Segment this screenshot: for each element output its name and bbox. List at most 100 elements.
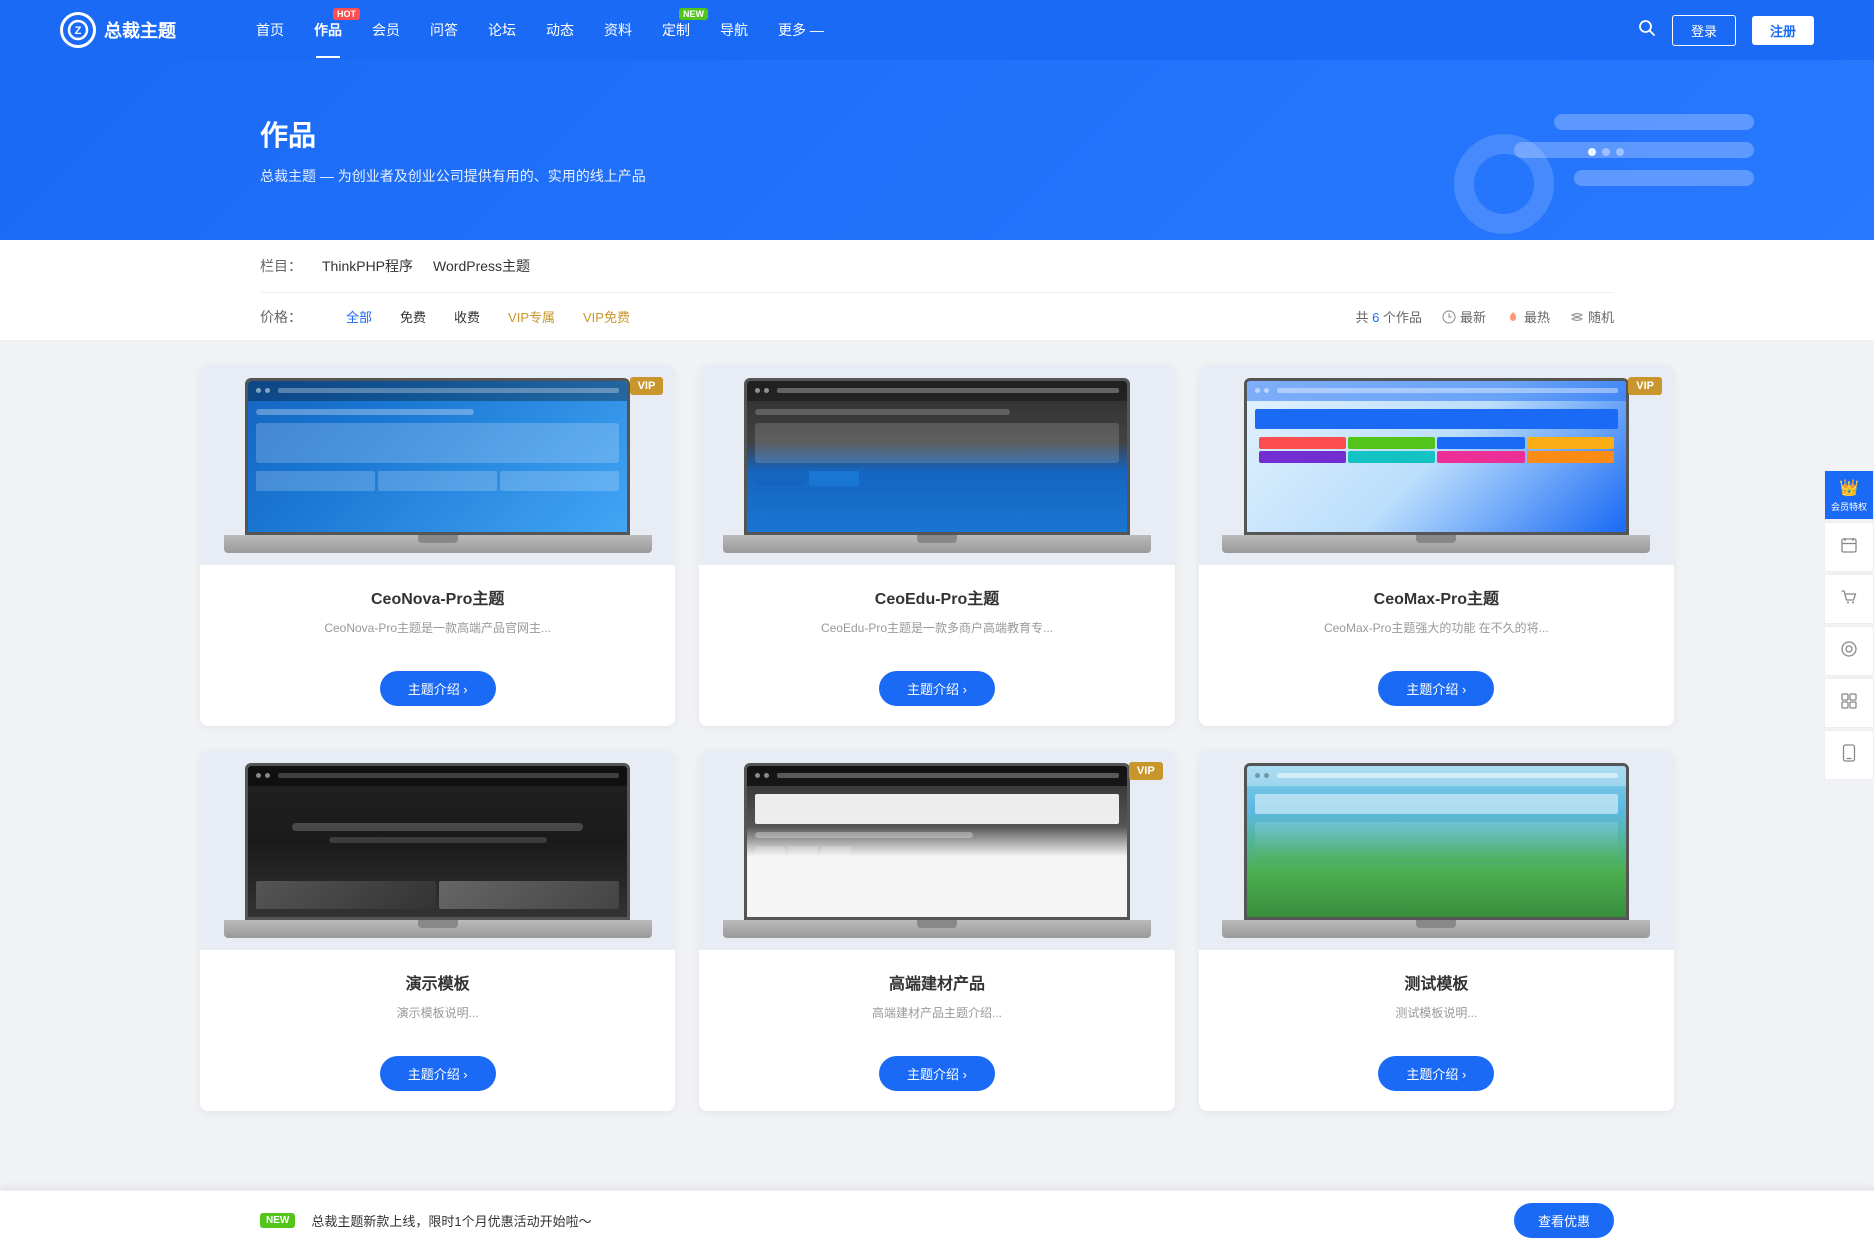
sidebar-calendar[interactable] xyxy=(1824,522,1874,572)
sidebar-item-label-0: 会员特权 xyxy=(1831,500,1867,513)
header-actions: 登录 注册 xyxy=(1638,15,1814,46)
calendar-icon xyxy=(1840,536,1858,559)
card-image-ceshi xyxy=(1199,750,1674,950)
product-card-6: 测试模板 测试模板说明... 主题介绍 › xyxy=(1199,750,1674,1111)
card-btn-4[interactable]: 主题介绍 › xyxy=(380,1056,496,1091)
cart-icon xyxy=(1840,588,1858,611)
hero-bar-2 xyxy=(1514,142,1754,158)
card-desc-6: 测试模板说明... xyxy=(1219,1004,1654,1040)
card-desc-5: 高端建材产品主题介绍... xyxy=(719,1004,1154,1040)
price-free[interactable]: 免费 xyxy=(396,305,430,328)
card-info-3: CeoMax-Pro主题 CeoMax-Pro主题强大的功能 在不久的将... … xyxy=(1199,565,1674,726)
register-button[interactable]: 注册 xyxy=(1752,16,1814,45)
screen-content-1 xyxy=(248,381,627,532)
category-wordpress[interactable]: WordPress主题 xyxy=(433,254,530,278)
price-tags-left: 价格： 全部 免费 收费 VIP专属 VIP免费 xyxy=(260,305,634,328)
card-info-1: CeoNova-Pro主题 CeoNova-Pro主题是一款高端产品官网主...… xyxy=(200,565,675,726)
laptop-mockup-2 xyxy=(723,378,1151,553)
notification-badge: NEW xyxy=(260,1213,295,1228)
laptop-screen-6 xyxy=(1244,763,1629,920)
nav-guide[interactable]: 导航 xyxy=(720,20,748,40)
nav-resource[interactable]: 资料 xyxy=(604,20,632,40)
laptop-base-3 xyxy=(1222,535,1650,553)
laptop-mockup-6 xyxy=(1222,763,1650,938)
laptop-screen-5 xyxy=(744,763,1129,920)
login-button[interactable]: 登录 xyxy=(1672,15,1736,46)
card-title-1: CeoNova-Pro主题 xyxy=(220,585,655,609)
card-info-4: 演示模板 演示模板说明... 主题介绍 › xyxy=(200,950,675,1111)
product-card-1: VIP xyxy=(200,365,675,726)
sidebar-apps[interactable] xyxy=(1824,678,1874,728)
notification-cta-button[interactable]: 查看优惠 xyxy=(1514,1203,1614,1238)
screen-content-3 xyxy=(1247,381,1626,532)
price-all[interactable]: 全部 xyxy=(342,305,376,328)
price-paid[interactable]: 收费 xyxy=(450,305,484,328)
nav-dynamic[interactable]: 动态 xyxy=(546,20,574,40)
card-title-6: 测试模板 xyxy=(1219,970,1654,994)
category-label: 栏目： xyxy=(260,256,302,276)
count-number: 6 xyxy=(1372,310,1379,325)
vip-badge: VIP xyxy=(630,377,664,395)
product-card-5: VIP xyxy=(699,750,1174,1111)
card-desc-2: CeoEdu-Pro主题是一款多商户高端教育专... xyxy=(719,619,1154,655)
card-btn-5[interactable]: 主题介绍 › xyxy=(879,1056,995,1091)
hot-badge: HOT xyxy=(333,8,360,20)
svg-text:Z: Z xyxy=(75,25,82,37)
category-thinkphp[interactable]: ThinkPHP程序 xyxy=(322,254,413,278)
card-btn-6[interactable]: 主题介绍 › xyxy=(1378,1056,1494,1091)
card-title-5: 高端建材产品 xyxy=(719,970,1154,994)
sort-hot[interactable]: 最热 xyxy=(1506,307,1550,326)
nav-custom[interactable]: 定制 NEW xyxy=(662,20,690,40)
card-info-2: CeoEdu-Pro主题 CeoEdu-Pro主题是一款多商户高端教育专... … xyxy=(699,565,1174,726)
nav-home[interactable]: 首页 xyxy=(256,20,284,40)
hero-content: 作品 总裁主题 — 为创业者及创业公司提供有用的、实用的线上产品 xyxy=(260,114,646,186)
nav-forum[interactable]: 论坛 xyxy=(488,20,516,40)
price-vip-exclusive[interactable]: VIP专属 xyxy=(504,305,559,328)
search-icon[interactable] xyxy=(1638,19,1656,42)
laptop-screen-2 xyxy=(744,378,1129,535)
laptop-screen-4 xyxy=(245,763,630,920)
hero-bar-1 xyxy=(1554,114,1754,130)
nav-qa[interactable]: 问答 xyxy=(430,20,458,40)
nav-more[interactable]: 更多 — xyxy=(778,20,824,40)
laptop-mockup-1 xyxy=(224,378,652,553)
logo[interactable]: Z 总裁主题 xyxy=(60,12,176,48)
main-nav: 首页 作品 HOT 会员 问答 论坛 动态 资料 定制 NEW 导航 更多 — xyxy=(256,20,1638,40)
apps-icon xyxy=(1840,692,1858,715)
card-image-jianzhu: VIP xyxy=(699,750,1174,950)
vip-badge-5: VIP xyxy=(1129,762,1163,780)
card-image-ceonova: VIP xyxy=(200,365,675,565)
card-image-yanshi xyxy=(200,750,675,950)
card-desc-4: 演示模板说明... xyxy=(220,1004,655,1040)
price-filter-row: 价格： 全部 免费 收费 VIP专属 VIP免费 共 6 个作品 最新 最热 xyxy=(260,293,1614,340)
sort-latest[interactable]: 最新 xyxy=(1442,307,1486,326)
logo-icon: Z xyxy=(60,12,96,48)
products-grid: VIP xyxy=(200,365,1674,1111)
sidebar-mobile[interactable] xyxy=(1824,730,1874,780)
mobile-icon xyxy=(1842,744,1856,767)
logo-text: 总裁主题 xyxy=(104,17,176,43)
price-vip-free[interactable]: VIP免费 xyxy=(579,305,634,328)
category-filter-row: 栏目： ThinkPHP程序 WordPress主题 xyxy=(260,240,1614,292)
nav-member[interactable]: 会员 xyxy=(372,20,400,40)
card-btn-2[interactable]: 主题介绍 › xyxy=(879,671,995,706)
laptop-mockup-3 xyxy=(1222,378,1650,553)
vip-badge-3: VIP xyxy=(1628,377,1662,395)
sidebar-cart[interactable] xyxy=(1824,574,1874,624)
card-btn-3[interactable]: 主题介绍 › xyxy=(1378,671,1494,706)
product-count: 共 6 个作品 xyxy=(1355,307,1422,326)
card-info-6: 测试模板 测试模板说明... 主题介绍 › xyxy=(1199,950,1674,1111)
new-badge: NEW xyxy=(679,8,708,20)
nav-works[interactable]: 作品 HOT xyxy=(314,20,342,40)
category-tags: ThinkPHP程序 WordPress主题 xyxy=(322,254,530,278)
product-card-4: 演示模板 演示模板说明... 主题介绍 › xyxy=(200,750,675,1111)
sort-random[interactable]: 随机 xyxy=(1570,307,1614,326)
card-btn-1[interactable]: 主题介绍 › xyxy=(380,671,496,706)
hero-title: 作品 xyxy=(260,114,646,154)
hero-circle-decor xyxy=(1454,134,1554,234)
card-title-2: CeoEdu-Pro主题 xyxy=(719,585,1154,609)
laptop-base-1 xyxy=(224,535,652,553)
sidebar-member-privilege[interactable]: 👑 会员特权 xyxy=(1824,470,1874,520)
product-card-3: VIP xyxy=(1199,365,1674,726)
sidebar-support[interactable] xyxy=(1824,626,1874,676)
